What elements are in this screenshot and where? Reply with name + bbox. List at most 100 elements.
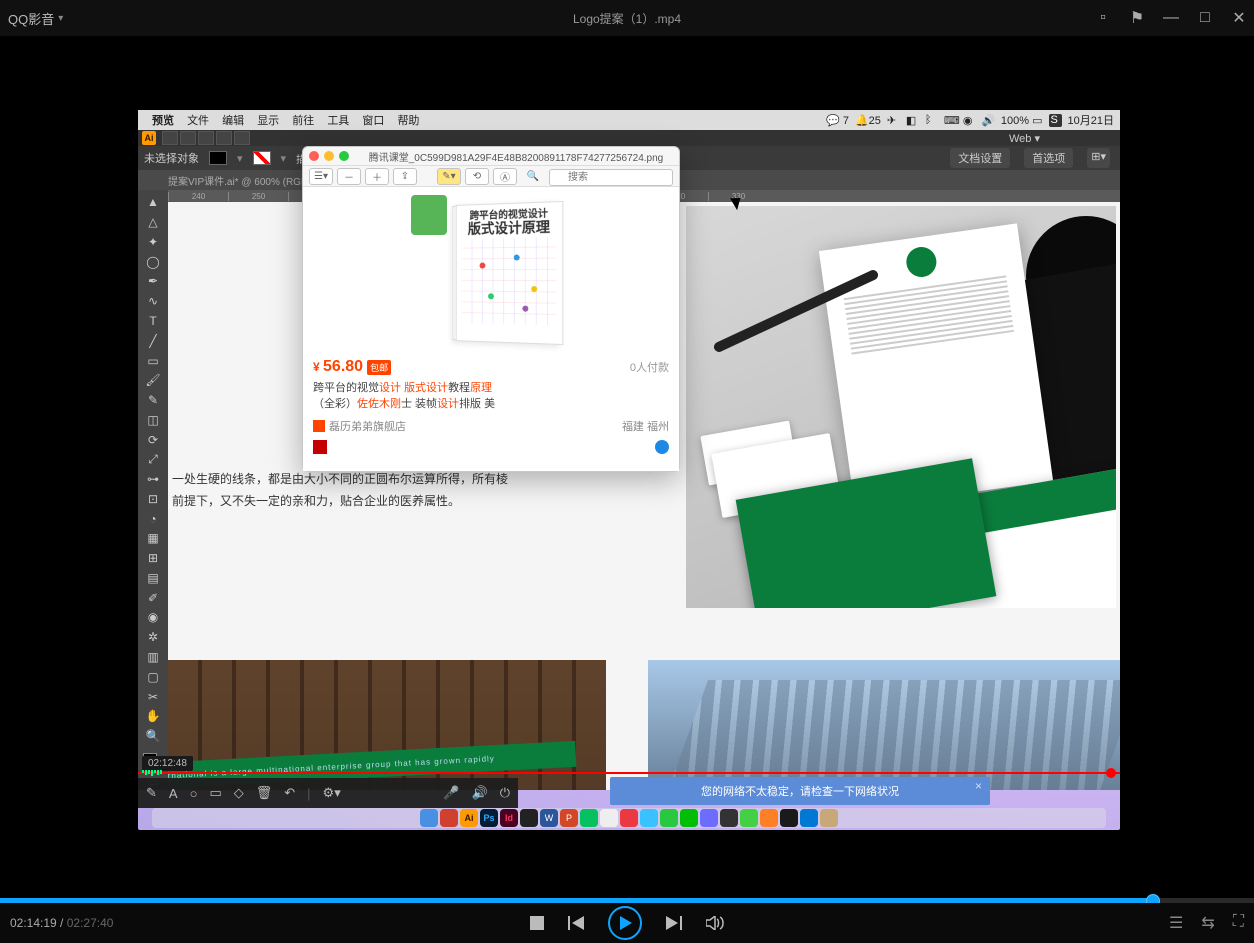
dock-app-icon[interactable]: P: [560, 809, 578, 827]
shaper-tool-icon[interactable]: ✎: [141, 392, 165, 409]
dock-app-icon[interactable]: Ps: [480, 809, 498, 827]
bluetooth-icon[interactable]: ᛒ: [925, 114, 938, 127]
ai-toolbar-btn[interactable]: [198, 131, 214, 145]
play-button[interactable]: [608, 906, 642, 940]
notification-status[interactable]: 🔔25: [855, 114, 881, 127]
power-icon[interactable]: ⏻: [500, 785, 510, 801]
maximize-icon[interactable]: □: [1198, 11, 1212, 25]
dock-app-icon[interactable]: [700, 809, 718, 827]
stop-button[interactable]: [530, 916, 544, 930]
status-icon[interactable]: ◧: [906, 114, 919, 127]
illustrator-icon[interactable]: Ai: [142, 131, 156, 145]
zoom-out-icon[interactable]: －: [337, 168, 361, 185]
speaker-icon[interactable]: 🔊: [472, 785, 488, 801]
dock-app-icon[interactable]: [660, 809, 678, 827]
highlight-icon[interactable]: ✎▾: [437, 168, 461, 185]
volume-button[interactable]: [706, 916, 724, 930]
bird-icon[interactable]: ✈: [887, 114, 900, 127]
menu-window[interactable]: 窗口: [362, 115, 384, 127]
fill-swatch[interactable]: [209, 151, 227, 165]
traffic-minimize-icon[interactable]: [324, 151, 334, 161]
traffic-close-icon[interactable]: [309, 151, 319, 161]
markup-icon[interactable]: Ⓐ: [493, 168, 517, 185]
ai-toolbar-btn[interactable]: [162, 131, 178, 145]
dock-app-icon[interactable]: [800, 809, 818, 827]
dock-app-icon[interactable]: [420, 809, 438, 827]
slice-tool-icon[interactable]: ✂: [141, 688, 165, 705]
ai-toolbar-btn[interactable]: [180, 131, 196, 145]
free-transform-tool-icon[interactable]: ⊡: [141, 490, 165, 507]
preview-search-input[interactable]: [549, 169, 673, 186]
zoom-in-icon[interactable]: ＋: [365, 168, 389, 185]
dock-app-icon[interactable]: [520, 809, 538, 827]
hand-tool-icon[interactable]: ✋: [141, 708, 165, 725]
dock-app-icon[interactable]: [640, 809, 658, 827]
sidebar-toggle-icon[interactable]: ☰▾: [309, 168, 333, 185]
align-icon[interactable]: ⊞▾: [1087, 148, 1110, 168]
direct-select-tool-icon[interactable]: △: [141, 214, 165, 231]
rotate-tool-icon[interactable]: ⟳: [141, 431, 165, 448]
dock-app-icon[interactable]: [740, 809, 758, 827]
perspective-tool-icon[interactable]: ▦: [141, 530, 165, 547]
stroke-swatch[interactable]: [253, 151, 271, 165]
lasso-tool-icon[interactable]: ◯: [141, 253, 165, 270]
pen-tool-icon[interactable]: ✒: [141, 273, 165, 290]
close-icon[interactable]: ✕: [1232, 11, 1246, 25]
menu-edit[interactable]: 编辑: [222, 115, 244, 127]
scale-tool-icon[interactable]: ⤢: [141, 451, 165, 468]
shop-name[interactable]: 磊历弟弟旗舰店: [329, 418, 406, 434]
symbol-tool-icon[interactable]: ✲: [141, 629, 165, 646]
preview-window[interactable]: 腾讯课堂_0C599D981A29F4E48B8200891178F742772…: [302, 146, 680, 472]
battery-status[interactable]: 100% ▭: [1001, 114, 1043, 127]
mini-mode-icon[interactable]: ▫: [1096, 11, 1110, 25]
rect-annot-icon[interactable]: ▭: [209, 785, 221, 801]
dock-app-icon[interactable]: [720, 809, 738, 827]
curvature-tool-icon[interactable]: ∿: [141, 293, 165, 310]
prev-button[interactable]: [568, 916, 584, 930]
date[interactable]: 10月21日: [1068, 112, 1114, 128]
wifi-icon[interactable]: ◉: [963, 114, 976, 127]
menu-view[interactable]: 显示: [257, 115, 279, 127]
dock-app-icon[interactable]: Id: [500, 809, 518, 827]
preview-titlebar[interactable]: 腾讯课堂_0C599D981A29F4E48B8200891178F742772…: [303, 147, 679, 165]
rotate-icon[interactable]: ⟲: [465, 168, 489, 185]
width-tool-icon[interactable]: ⊶: [141, 471, 165, 488]
video-area[interactable]: 预览 文件 编辑 显示 前往 工具 窗口 帮助 💬 7 🔔25 ✈ ◧ ᛒ ⌨ …: [0, 36, 1254, 898]
circle-annot-icon[interactable]: ○: [190, 786, 198, 801]
delete-annot-icon[interactable]: 🗑: [256, 785, 273, 801]
dock-app-icon[interactable]: [580, 809, 598, 827]
share-icon[interactable]: ⇪: [393, 168, 417, 185]
wechat-status[interactable]: 💬 7: [826, 114, 849, 127]
menu-help[interactable]: 帮助: [397, 115, 419, 127]
dock-app-icon[interactable]: [680, 809, 698, 827]
app-menu[interactable]: QQ影音 ▾: [8, 9, 63, 28]
dock-app-icon[interactable]: [440, 809, 458, 827]
settings-annot-icon[interactable]: ⚙▾: [323, 785, 341, 801]
dock-app-icon[interactable]: [620, 809, 638, 827]
prefs-button[interactable]: 首选项: [1024, 148, 1073, 168]
subtitle-icon[interactable]: ☰: [1169, 913, 1183, 933]
dock-app-icon[interactable]: [820, 809, 838, 827]
playlist-icon[interactable]: ⇆: [1201, 913, 1214, 933]
graph-tool-icon[interactable]: ▥: [141, 649, 165, 666]
blend-tool-icon[interactable]: ◉: [141, 609, 165, 626]
dock-app-icon[interactable]: W: [540, 809, 558, 827]
workspace-label[interactable]: Web ▾: [1009, 132, 1040, 145]
sogou-icon[interactable]: S: [1049, 114, 1062, 127]
next-button[interactable]: [666, 916, 682, 930]
mesh-tool-icon[interactable]: ⊞: [141, 550, 165, 567]
eyedropper-tool-icon[interactable]: ✐: [141, 589, 165, 606]
pin-icon[interactable]: ⚑: [1130, 11, 1144, 25]
mic-icon[interactable]: 🎤: [443, 785, 459, 801]
artboard-tool-icon[interactable]: ▢: [141, 668, 165, 685]
line-tool-icon[interactable]: ╱: [141, 332, 165, 349]
undo-annot-icon[interactable]: ↶: [284, 785, 295, 801]
zoom-tool-icon[interactable]: 🔍: [141, 728, 165, 745]
type-tool-icon[interactable]: T: [141, 313, 165, 330]
volume-icon[interactable]: 🔊: [982, 114, 995, 127]
magic-wand-tool-icon[interactable]: ✦: [141, 234, 165, 251]
selection-tool-icon[interactable]: ▲: [141, 194, 165, 211]
eraser-annot-icon[interactable]: ◇: [234, 785, 244, 801]
text-annot-icon[interactable]: A: [169, 786, 178, 801]
shape-builder-tool-icon[interactable]: ◔: [141, 510, 165, 527]
